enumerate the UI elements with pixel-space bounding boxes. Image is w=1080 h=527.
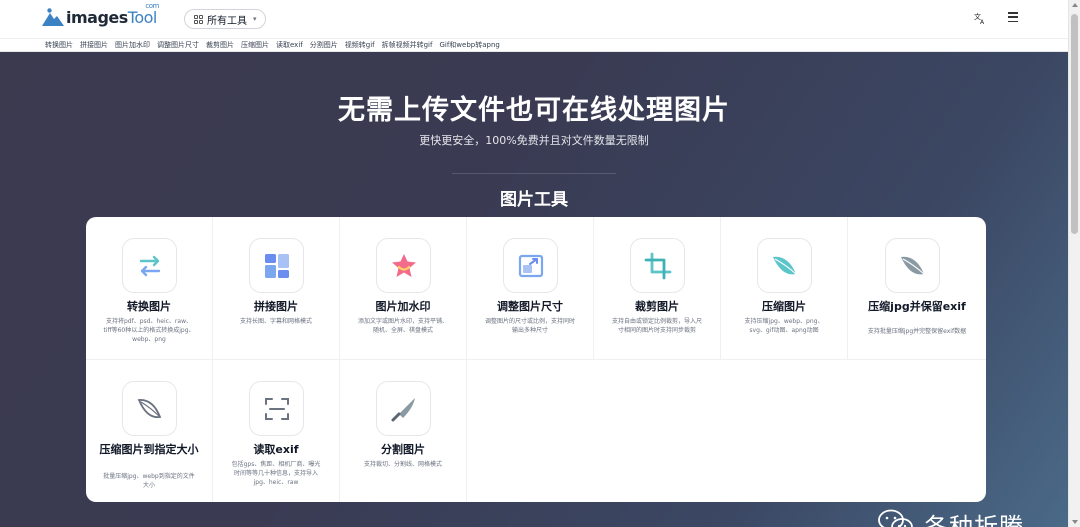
scan-exif-icon	[249, 381, 304, 436]
card-desc: 批量压缩jpg、webp到指定的文件大小	[103, 473, 195, 489]
tool-card-merge[interactable]: 拼接图片 支持长图、字幕和网格模式	[213, 217, 340, 360]
logo-text: imagesTool com	[66, 1, 159, 27]
card-title: 压缩jpg并保留exif	[868, 300, 966, 313]
subnav-link[interactable]: 调整图片尺寸	[157, 40, 199, 50]
card-title: 压缩图片	[762, 300, 806, 313]
watermark-text: 各种折腾	[924, 513, 1024, 527]
resize-icon	[503, 238, 558, 293]
tool-card-watermark[interactable]: 图片加水印 添加文字或图片水印，支持平铺、随机、全屏、棋盘模式	[340, 217, 467, 360]
card-desc: 包括gps、焦距、相机厂商、曝光时间等等几十种信息，支持导入jpg、heic、r…	[231, 461, 321, 486]
crop-icon	[630, 238, 685, 293]
subnav-link[interactable]: 裁剪图片	[206, 40, 234, 50]
page-scrollbar[interactable]	[1068, 0, 1080, 527]
card-desc: 支持裁切、分割线、网格模式	[363, 461, 442, 468]
tool-card-read-exif[interactable]: 读取exif 包括gps、焦距、相机厂商、曝光时间等等几十种信息，支持导入jpg…	[213, 360, 340, 502]
divider	[452, 173, 616, 174]
feather-gray-icon	[885, 238, 940, 293]
tool-card-crop[interactable]: 裁剪图片 支持自由或锁定比例裁剪，导入尺寸相同的图片时支持同步裁剪	[594, 217, 721, 360]
scroll-up-arrow-icon[interactable]	[1072, 3, 1078, 7]
feather-outline-icon	[122, 381, 177, 436]
all-tools-dropdown[interactable]: 所有工具 ▾	[184, 9, 266, 29]
scroll-thumb[interactable]	[1071, 14, 1078, 234]
section-title: 图片工具	[500, 190, 568, 210]
card-desc: 支持将pdf、psd、heic、raw、tiff等60种以上的格式转换成jpg、…	[103, 318, 195, 343]
subnav-link[interactable]: 转换图片	[45, 40, 73, 50]
convert-arrows-icon	[122, 238, 177, 293]
translate-icon[interactable]: 文 A	[974, 12, 986, 27]
hero-subtitle: 更快更安全，100%免费并且对文件数量无限制	[419, 134, 649, 147]
tool-card-compress-exif[interactable]: 压缩jpg并保留exif 支持批量压缩jpg并完整保留exif数据	[848, 217, 986, 360]
tool-card-convert[interactable]: 转换图片 支持将pdf、psd、heic、raw、tiff等60种以上的格式转换…	[86, 217, 213, 360]
card-title: 转换图片	[127, 300, 171, 313]
wechat-icon	[876, 508, 916, 527]
all-tools-label: 所有工具	[207, 15, 247, 27]
tools-panel: 转换图片 支持将pdf、psd、heic、raw、tiff等60种以上的格式转换…	[86, 217, 986, 502]
grid-icon	[194, 14, 203, 24]
tool-card-compress[interactable]: 压缩图片 支持压缩jpg、webp、png、svg、gif动图、apng动图	[721, 217, 848, 360]
hero-title: 无需上传文件也可在线处理图片	[338, 95, 730, 126]
star-watermark-icon	[376, 238, 431, 293]
card-desc: 支持批量压缩jpg并完整保留exif数据	[867, 328, 967, 335]
watermark: 各种折腾	[876, 507, 1024, 527]
subnav-link[interactable]: 视频转gif	[345, 40, 375, 50]
logo-mountain-icon	[42, 7, 64, 27]
subnav-link[interactable]: 图片加水印	[115, 40, 150, 50]
card-desc: 调整图片的尺寸或比例，支持同时输出多种尺寸	[484, 318, 575, 334]
card-title: 分割图片	[381, 443, 425, 456]
logo[interactable]: imagesTool com	[42, 1, 159, 27]
subnav-link[interactable]: 拆帧视频并转gif	[382, 40, 433, 50]
scroll-down-arrow-icon[interactable]	[1072, 520, 1078, 524]
feather-icon	[757, 238, 812, 293]
menu-icon[interactable]	[1008, 12, 1018, 22]
knife-icon	[376, 381, 431, 436]
chevron-down-icon: ▾	[253, 15, 257, 23]
card-desc: 支持长图、字幕和网格模式	[239, 318, 312, 325]
tool-card-resize[interactable]: 调整图片尺寸 调整图片的尺寸或比例，支持同时输出多种尺寸	[467, 217, 594, 360]
grid-layout-icon	[249, 238, 304, 293]
card-title: 裁剪图片	[635, 300, 679, 313]
card-desc: 支持压缩jpg、webp、png、svg、gif动图、apng动图	[744, 318, 824, 334]
tool-card-compress-size[interactable]: 压缩图片到指定大小 批量压缩jpg、webp到指定的文件大小	[86, 360, 213, 502]
card-title: 读取exif	[253, 443, 299, 456]
subnav-link[interactable]: 拼接图片	[80, 40, 108, 50]
subnav-link[interactable]: 分割图片	[310, 40, 338, 50]
tool-card-split[interactable]: 分割图片 支持裁切、分割线、网格模式	[340, 360, 467, 502]
hero-section: 无需上传文件也可在线处理图片 更快更安全，100%免费并且对文件数量无限制 图片…	[0, 52, 1068, 527]
tool-links-bar: 转换图片 拼接图片 图片加水印 调整图片尺寸 裁剪图片 压缩图片 读取exif …	[0, 38, 1068, 52]
subnav-link[interactable]: 压缩图片	[241, 40, 269, 50]
top-header: imagesTool com 所有工具 ▾ 文 A	[0, 0, 1068, 38]
card-title: 调整图片尺寸	[497, 300, 563, 313]
card-title: 压缩图片到指定大小	[99, 443, 199, 456]
subnav-link[interactable]: Gif和webp转apng	[439, 40, 499, 50]
card-title: 拼接图片	[254, 300, 298, 313]
card-desc: 支持自由或锁定比例裁剪，导入尺寸相同的图片时支持同步裁剪	[611, 318, 702, 334]
card-title: 图片加水印	[375, 300, 431, 313]
svg-text:A: A	[980, 19, 985, 24]
card-desc: 添加文字或图片水印，支持平铺、随机、全屏、棋盘模式	[357, 318, 448, 334]
subnav-link[interactable]: 读取exif	[276, 40, 303, 50]
